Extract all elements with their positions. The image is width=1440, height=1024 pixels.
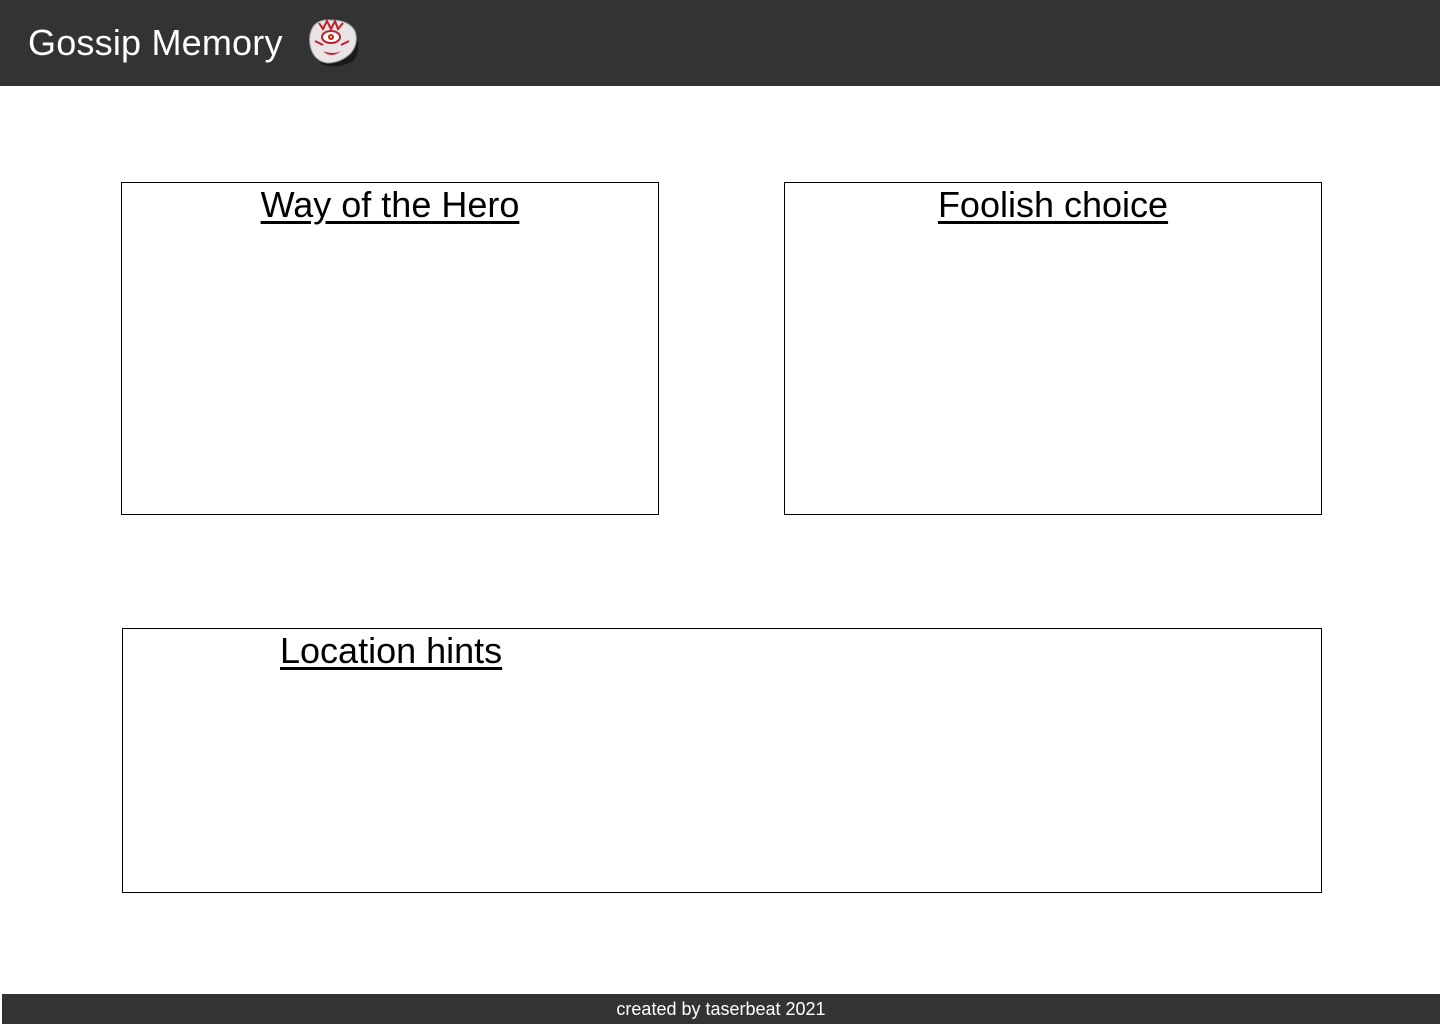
foolish-choice-title: Foolish choice xyxy=(937,184,1169,225)
gossip-stone-mask-icon xyxy=(308,18,358,67)
app-header: Gossip Memory xyxy=(0,0,1440,86)
location-hints-title: Location hints xyxy=(280,630,503,671)
way-of-the-hero-title: Way of the Hero xyxy=(260,184,520,225)
page-footer: created by taserbeat 2021 xyxy=(2,994,1440,1024)
way-of-the-hero-panel: Way of the Hero xyxy=(121,182,659,515)
location-hints-panel: Location hints xyxy=(122,628,1322,893)
foolish-choice-panel: Foolish choice xyxy=(784,182,1322,515)
app-title: Gossip Memory xyxy=(28,22,283,63)
footer-credit: created by taserbeat 2021 xyxy=(616,998,826,1019)
